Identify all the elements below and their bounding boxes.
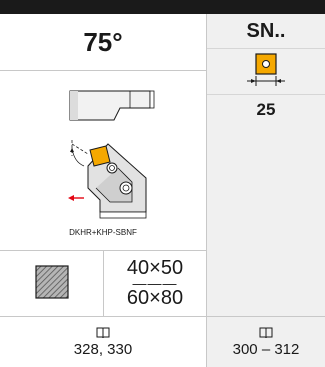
insert-icon-cell: [207, 48, 325, 94]
square-shank-icon: [35, 265, 69, 299]
book-icon: [259, 327, 273, 338]
reference-pages-right: 300 – 312: [232, 340, 300, 358]
square-insert-icon: [247, 53, 285, 86]
holder-code-label: DKHR+KHP-SBNF: [69, 228, 137, 237]
insert-size-value: 25: [256, 100, 276, 119]
top-bar: [0, 0, 325, 14]
reference-right[interactable]: 300 – 312: [207, 316, 325, 367]
reference-left[interactable]: 328, 330: [0, 316, 206, 367]
shank-sizes: 40×50 ——— 60×80: [104, 250, 206, 316]
reference-pages-left: 328, 330: [73, 340, 133, 358]
shank-size-large: 60×80: [126, 287, 184, 309]
shank-size-separator: ———: [132, 275, 178, 291]
tool-holder-diagram: [0, 70, 206, 250]
shank-section-icon-cell: [0, 250, 103, 316]
approach-angle: 75°: [83, 26, 123, 57]
row-divider-insert-icon: [207, 94, 325, 95]
book-icon: [96, 327, 110, 338]
insert-type: SN..: [246, 19, 286, 42]
holder-drawing: [68, 90, 155, 219]
